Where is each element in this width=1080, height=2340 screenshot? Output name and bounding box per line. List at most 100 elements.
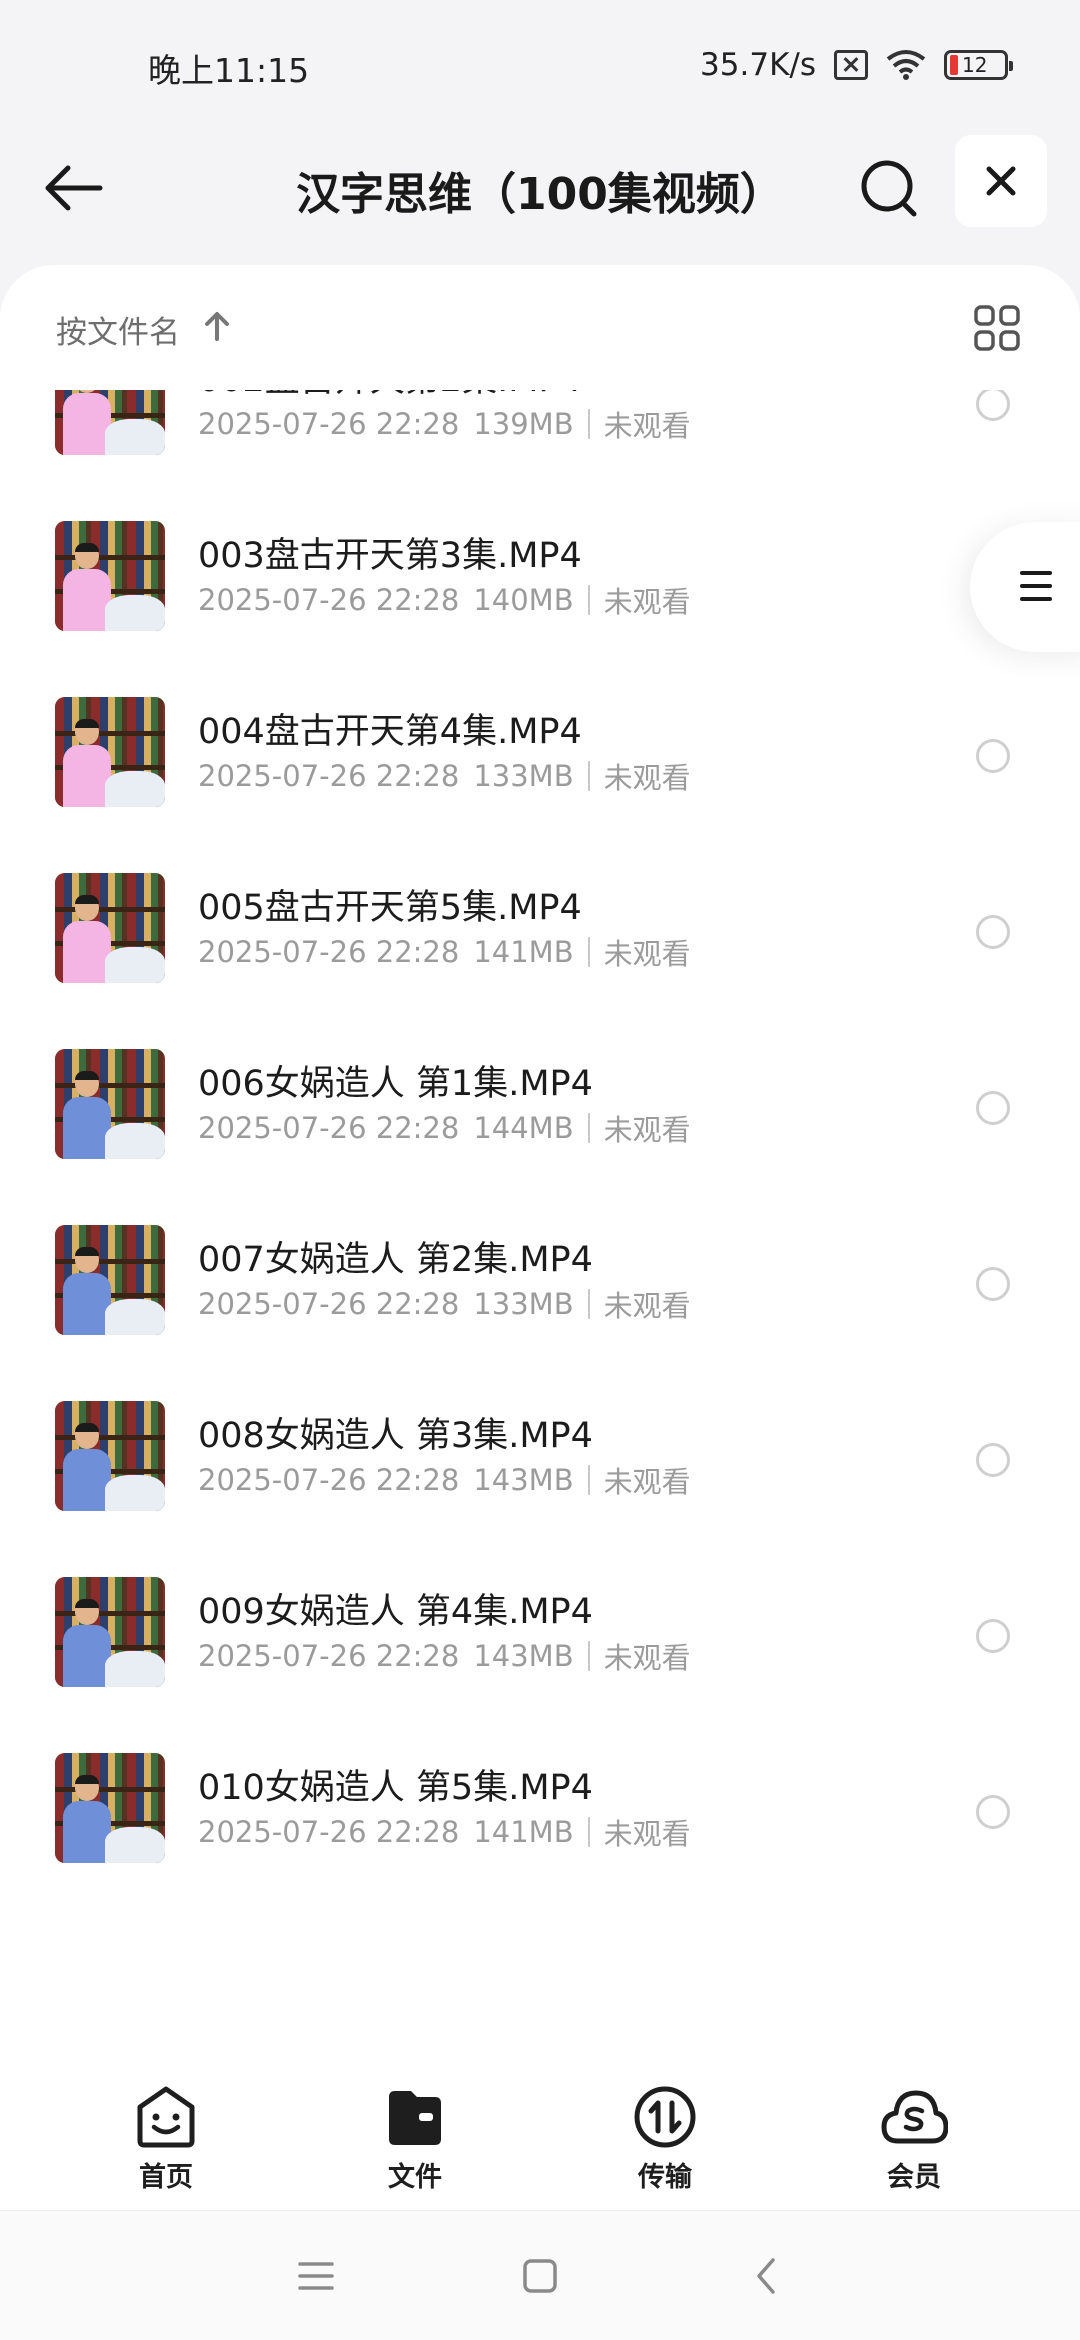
file-meta: 2025-07-26 22:28 139MB 未观看 bbox=[198, 403, 691, 445]
file-row[interactable]: 007女娲造人 第2集.MP4 2025-07-26 22:28 133MB 未… bbox=[0, 1225, 1080, 1401]
file-size: 143MB bbox=[473, 1463, 574, 1497]
grid-view-icon[interactable] bbox=[972, 303, 1022, 353]
select-radio[interactable] bbox=[976, 739, 1010, 773]
battery-level: 12 bbox=[962, 53, 988, 77]
file-meta: 2025-07-26 22:28 133MB 未观看 bbox=[198, 755, 691, 797]
file-date: 2025-07-26 22:28 bbox=[198, 1815, 460, 1849]
file-size: 141MB bbox=[473, 1815, 574, 1849]
no-sim-icon bbox=[834, 50, 868, 80]
nav-home-label: 首页 bbox=[139, 2162, 193, 2193]
search-button[interactable] bbox=[850, 148, 930, 228]
video-thumbnail bbox=[55, 697, 165, 807]
folder-icon bbox=[389, 2091, 441, 2145]
select-radio[interactable] bbox=[976, 915, 1010, 949]
nav-home[interactable]: 首页 bbox=[86, 2083, 246, 2203]
file-meta: 2025-07-26 22:28 133MB 未观看 bbox=[198, 1283, 691, 1325]
file-size: 139MB bbox=[473, 407, 574, 441]
video-thumbnail bbox=[55, 1049, 165, 1159]
file-size: 144MB bbox=[473, 1111, 574, 1145]
file-date: 2025-07-26 22:28 bbox=[198, 1111, 460, 1145]
watch-status: 未观看 bbox=[603, 1817, 691, 1851]
file-meta: 2025-07-26 22:28 140MB 未观看 bbox=[198, 579, 691, 621]
video-thumbnail bbox=[55, 1225, 165, 1335]
file-date: 2025-07-26 22:28 bbox=[198, 1463, 460, 1497]
status-icons: 35.7K/s 12 bbox=[700, 44, 1013, 86]
watch-status: 未观看 bbox=[603, 1465, 691, 1499]
file-date: 2025-07-26 22:28 bbox=[198, 583, 460, 617]
video-thumbnail bbox=[55, 521, 165, 631]
nav-vip-label: 会员 bbox=[887, 2162, 941, 2193]
select-radio[interactable] bbox=[976, 1443, 1010, 1477]
home-icon[interactable] bbox=[515, 2251, 565, 2301]
wifi-icon bbox=[886, 50, 926, 80]
file-name: 009女娲造人 第4集.MP4 bbox=[198, 1592, 593, 1632]
file-meta: 2025-07-26 22:28 143MB 未观看 bbox=[198, 1459, 691, 1501]
video-thumbnail bbox=[55, 1753, 165, 1863]
watch-status: 未观看 bbox=[603, 1289, 691, 1323]
file-size: 141MB bbox=[473, 935, 574, 969]
file-date: 2025-07-26 22:28 bbox=[198, 1639, 460, 1673]
file-row[interactable]: 010女娲造人 第5集.MP4 2025-07-26 22:28 141MB 未… bbox=[0, 1753, 1080, 1929]
arrow-up-icon[interactable] bbox=[200, 309, 234, 343]
file-date: 2025-07-26 22:28 bbox=[198, 935, 460, 969]
select-radio[interactable] bbox=[976, 1795, 1010, 1829]
video-thumbnail bbox=[55, 1401, 165, 1511]
file-size: 140MB bbox=[473, 583, 574, 617]
close-button[interactable] bbox=[955, 135, 1047, 227]
file-date: 2025-07-26 22:28 bbox=[198, 1287, 460, 1321]
network-speed: 35.7K/s bbox=[700, 47, 816, 83]
file-name: 005盘古开天第5集.MP4 bbox=[198, 888, 582, 928]
menu-icon bbox=[1020, 571, 1052, 601]
watch-status: 未观看 bbox=[603, 1641, 691, 1675]
nav-vip[interactable]: 会员 bbox=[834, 2083, 994, 2203]
battery-icon: 12 bbox=[944, 50, 1013, 80]
select-radio[interactable] bbox=[976, 1619, 1010, 1653]
watch-status: 未观看 bbox=[603, 761, 691, 795]
file-row[interactable]: 003盘古开天第3集.MP4 2025-07-26 22:28 140MB 未观… bbox=[0, 521, 1080, 697]
system-nav-bar bbox=[0, 2210, 1080, 2340]
divider bbox=[587, 1817, 590, 1847]
file-name: 008女娲造人 第3集.MP4 bbox=[198, 1416, 593, 1456]
recents-icon[interactable] bbox=[291, 2251, 341, 2301]
close-icon bbox=[986, 166, 1016, 196]
watch-status: 未观看 bbox=[603, 937, 691, 971]
file-name: 010女娲造人 第5集.MP4 bbox=[198, 1768, 593, 1808]
divider bbox=[587, 1113, 590, 1143]
file-meta: 2025-07-26 22:28 141MB 未观看 bbox=[198, 931, 691, 973]
file-meta: 2025-07-26 22:28 143MB 未观看 bbox=[198, 1635, 691, 1677]
video-thumbnail bbox=[55, 1577, 165, 1687]
divider bbox=[587, 1641, 590, 1671]
divider bbox=[587, 761, 590, 791]
file-name: 006女娲造人 第1集.MP4 bbox=[198, 1064, 593, 1104]
select-radio[interactable] bbox=[976, 1267, 1010, 1301]
file-row[interactable]: 005盘古开天第5集.MP4 2025-07-26 22:28 141MB 未观… bbox=[0, 873, 1080, 1049]
sort-by-name-button[interactable]: 按文件名 bbox=[56, 307, 180, 352]
file-meta: 2025-07-26 22:28 144MB 未观看 bbox=[198, 1107, 691, 1149]
file-meta: 2025-07-26 22:28 141MB 未观看 bbox=[198, 1811, 691, 1853]
back-icon[interactable] bbox=[742, 2251, 792, 2301]
file-row[interactable]: 006女娲造人 第1集.MP4 2025-07-26 22:28 144MB 未… bbox=[0, 1049, 1080, 1225]
nav-transfer-label: 传输 bbox=[638, 2162, 692, 2193]
file-date: 2025-07-26 22:28 bbox=[198, 407, 460, 441]
file-size: 133MB bbox=[473, 759, 574, 793]
file-row[interactable]: 008女娲造人 第3集.MP4 2025-07-26 22:28 143MB 未… bbox=[0, 1401, 1080, 1577]
divider bbox=[587, 1289, 590, 1319]
status-time: 晚上11:15 bbox=[148, 51, 310, 90]
file-size: 143MB bbox=[473, 1639, 574, 1673]
transfer-icon bbox=[634, 2086, 696, 2148]
file-row[interactable]: 009女娲造人 第4集.MP4 2025-07-26 22:28 143MB 未… bbox=[0, 1577, 1080, 1753]
select-radio[interactable] bbox=[976, 387, 1010, 421]
sort-bar: 按文件名 bbox=[0, 265, 1080, 390]
file-row[interactable]: 004盘古开天第4集.MP4 2025-07-26 22:28 133MB 未观… bbox=[0, 697, 1080, 873]
nav-transfer[interactable]: 传输 bbox=[585, 2083, 745, 2203]
select-radio[interactable] bbox=[976, 1091, 1010, 1125]
divider bbox=[587, 1465, 590, 1495]
header: 汉字思维（100集视频） bbox=[0, 130, 1080, 260]
nav-files[interactable]: 文件 bbox=[335, 2083, 495, 2203]
file-name: 003盘古开天第3集.MP4 bbox=[198, 536, 582, 576]
file-list-panel: 2025-07-26 22:28 143MB 未观看 002盘古开天第2集.MP… bbox=[0, 265, 1080, 2075]
divider bbox=[587, 409, 590, 439]
divider bbox=[587, 937, 590, 967]
nav-files-label: 文件 bbox=[388, 2162, 442, 2193]
divider bbox=[587, 585, 590, 615]
